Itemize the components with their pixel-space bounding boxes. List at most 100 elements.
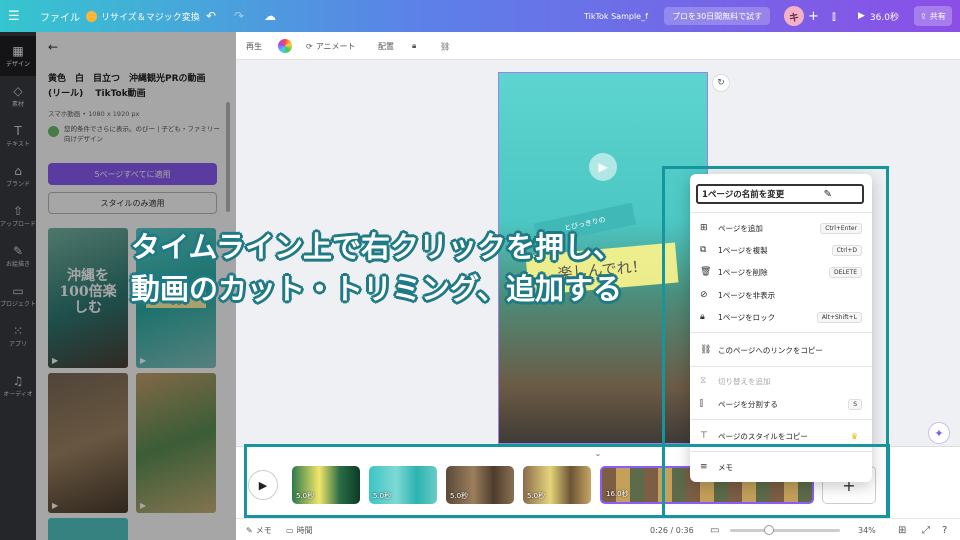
menu-item-label: 1ページをロック [718,312,776,322]
menu-shortcut: DELETE [828,266,862,278]
help-icon[interactable]: ? [942,519,947,540]
menu-divider [690,332,872,333]
duplicate-icon: ⧉ [700,245,707,255]
eye-off-icon: ⊘ [700,290,708,300]
menu-item-label: ページのスタイルをコピー [718,431,808,441]
resize-magic-button[interactable]: リサイズ＆マジック変換 [86,0,200,32]
notes-icon: ≡ [700,462,708,472]
menu-divider [690,419,872,420]
redo-icon[interactable]: ↷ [234,0,244,32]
hamburger-icon[interactable]: ☰ [8,0,20,32]
clip-duration: 5.0秒 [527,492,546,500]
menu-divider [690,212,872,213]
menu-delete-page[interactable]: 🗑︎ 1ページを削除 DELETE [700,263,866,281]
menu-item-label: このページへのリンクをコピー [718,345,823,355]
trash-icon: 🗑︎ [700,267,712,277]
share-label: 共有 [929,11,946,21]
timeline-clip[interactable]: 5.0秒 [292,466,360,504]
fullscreen-icon[interactable]: ⤢ [922,519,930,540]
clip-duration: 5.0秒 [296,492,315,500]
position-button[interactable]: 配置 [378,32,394,60]
menu-item-label: 1ページを非表示 [718,290,776,300]
menu-shortcut: Ctrl+D [831,244,862,256]
menu-split-page[interactable]: ⫿ ページを分割する S [700,395,866,413]
color-picker-icon[interactable] [278,39,292,53]
zoom-slider-knob[interactable] [764,524,774,535]
zoom-level[interactable]: 34% [858,519,876,540]
clip-duration: 5.0秒 [373,492,392,500]
add-page-icon: ⊞ [700,223,708,233]
link-icon[interactable]: ⛓︎ [440,32,450,60]
share-button[interactable]: ⇪ 共有 [914,6,952,26]
rename-page-field[interactable]: 1ページの名前を変更 ✎ [696,184,864,204]
play-toggle[interactable]: 再生 [246,32,262,60]
animate-icon: ⟳ [306,41,313,51]
menu-item-label: 切り替えを追加 [718,376,771,386]
notes-icon: ✎ [246,525,253,535]
design-title[interactable]: TikTok Sample_f [584,0,648,32]
timeline-clip[interactable]: 5.0秒 [446,466,514,504]
menu-item-label: 1ページを削除 [718,267,768,277]
timeline-clip[interactable]: 5.0秒 [369,466,437,504]
caption-line-2: 動画のカット・トリミング、追加する [131,272,622,306]
tutorial-caption: タイムライン上で右クリックを押し、 動画のカット・トリミング、追加する [131,226,671,310]
animate-label: アニメート [315,41,356,51]
top-bar: ☰ ファイル リサイズ＆マジック変換 ↶ ↷ ☁ TikTok Sample_f… [0,0,960,32]
rename-page-text: 1ページの名前を変更 [702,190,785,200]
timer-label: 時間 [296,525,313,535]
notes-label: メモ [255,525,272,535]
menu-item-label: ページを追加 [718,223,763,233]
file-menu[interactable]: ファイル [40,0,80,32]
menu-notes[interactable]: ≡ メモ [700,458,866,476]
pencil-icon: ✎ [823,188,832,200]
status-bar: ✎ メモ ▭ 時間 0:26 / 0:36 ▭ 34% ⊞ ⤢ ? [236,518,960,540]
menu-item-label: メモ [718,462,733,472]
menu-add-page[interactable]: ⊞ ページを追加 Ctrl+Enter [700,219,866,237]
page-context-menu: 1ページの名前を変更 ✎ ⊞ ページを追加 Ctrl+Enter ⧉ 1ページを複製 Ct… [690,174,872,482]
link-icon: ⛓︎ [700,345,712,355]
notes-button[interactable]: ✎ メモ [246,519,272,540]
lock-icon: 🔒︎ [700,312,705,322]
menu-shortcut: S [848,398,862,410]
menu-copy-link[interactable]: ⛓︎ このページへのリンクをコピー [700,341,866,359]
timeline-play-button[interactable]: ▶ [248,470,278,500]
paint-roller-icon: ⊤ [700,431,708,441]
timeline-clip[interactable]: 5.0秒 [523,466,591,504]
menu-divider [690,451,872,452]
editor-toolbar: 再生 ⟳ アニメート 配置 🔒︎ ⛓︎ [236,32,960,60]
resize-label: リサイズ＆マジック変換 [101,12,200,23]
menu-lock-page[interactable]: 🔒︎ 1ページをロック Alt+Shift+L [700,308,866,326]
crown-icon: ♛ [850,431,858,441]
transition-icon: ⧖ [700,376,707,386]
pro-trial-button[interactable]: プロを30日間無料で試す [664,7,771,25]
menu-divider [690,366,872,367]
timer-button[interactable]: ▭ 時間 [286,519,313,540]
add-collaborator-icon[interactable]: + [808,0,819,32]
monitor-icon[interactable]: ▭ [710,519,719,540]
refresh-icon[interactable]: ↻ [712,74,730,92]
avatar[interactable]: キ [784,6,804,26]
menu-hide-page[interactable]: ⊘ 1ページを非表示 [700,286,866,304]
animate-button[interactable]: ⟳ アニメート [306,32,356,60]
play-presentation-button[interactable]: ▶ 36.0秒 [858,0,899,32]
magic-assistant-icon[interactable]: ✦ [928,422,950,444]
menu-copy-style[interactable]: ⊤ ページのスタイルをコピー ♛ [700,427,866,445]
timer-icon: ▭ [286,525,294,535]
playback-position: 0:26 / 0:36 [650,525,694,535]
cloud-save-icon[interactable]: ☁ [264,0,276,32]
chevron-down-icon[interactable]: ⌄ [586,449,610,459]
undo-icon[interactable]: ↶ [206,0,216,32]
insights-icon[interactable]: ⫾ [832,0,836,32]
clip-duration: 5.0秒 [450,492,469,500]
lock-icon[interactable]: 🔒︎ [412,32,416,60]
share-icon: ⇪ [920,11,927,21]
menu-add-transition: ⧖ 切り替えを追加 [700,372,866,390]
menu-item-label: 1ページを複製 [718,245,768,255]
menu-duplicate-page[interactable]: ⧉ 1ページを複製 Ctrl+D [700,241,866,259]
video-play-icon[interactable]: ▶ [589,153,617,181]
play-time: 36.0秒 [869,12,899,23]
menu-shortcut: Ctrl+Enter [820,222,862,234]
grid-view-icon[interactable]: ⊞ [898,519,906,540]
zoom-slider[interactable] [730,519,840,540]
menu-item-label: ページを分割する [718,399,778,409]
